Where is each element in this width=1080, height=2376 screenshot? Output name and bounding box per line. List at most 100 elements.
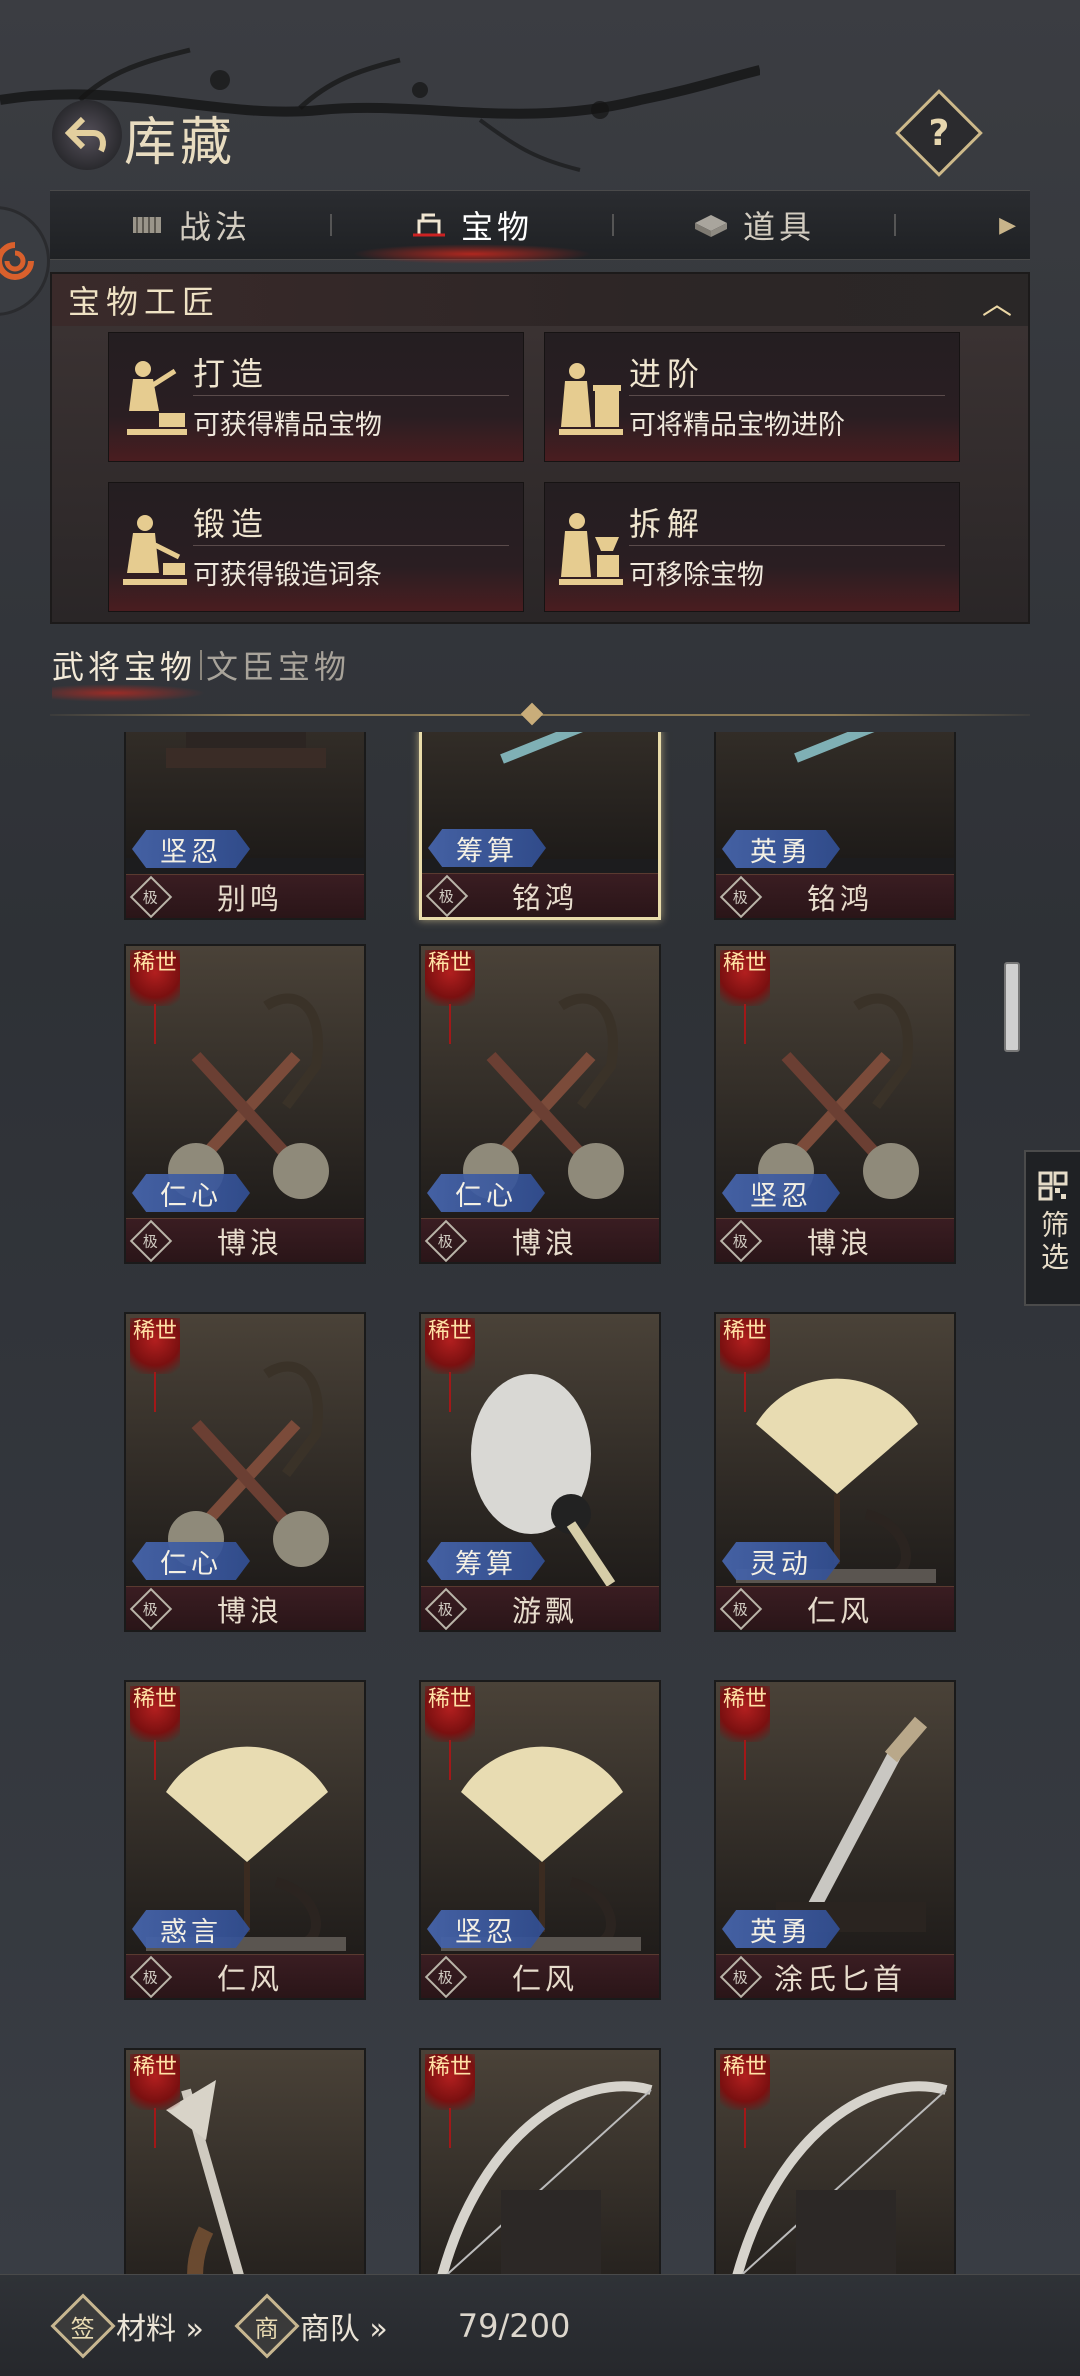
treasure-card[interactable]: 稀世 仁心极 博浪: [124, 944, 366, 1264]
materials-icon-glyph: 签: [71, 2314, 95, 2342]
trait-badge: 坚忍: [722, 1174, 840, 1212]
artisan-advance-desc: 可将精品宝物进阶: [629, 410, 845, 441]
treasure-name: 铭鸿: [511, 880, 578, 915]
treasure-card[interactable]: 稀世 坚忍极 仁风: [419, 1680, 661, 2000]
advance-icon: [559, 363, 623, 435]
treasure-card[interactable]: 稀世 英勇极 涂氏匕首: [714, 1680, 956, 2000]
grade-label: 极: [438, 1967, 454, 1986]
rare-badge: 稀世: [130, 1318, 180, 1374]
back-arrow-icon: [65, 116, 106, 153]
tab-scroll-right-icon[interactable]: ▶: [999, 213, 1016, 238]
trait-badge: 仁心: [132, 1542, 250, 1580]
card-name-bar: 极 铭鸿: [422, 873, 658, 917]
scrollbar-thumb[interactable]: [1004, 962, 1020, 1052]
card-name-bar: 极 仁风: [421, 1954, 659, 1998]
rare-badge: 稀世: [720, 2054, 770, 2110]
treasure-grid: 坚忍极别鸣 筹算极铭鸿 英勇极铭鸿 稀世 仁心极博浪 稀世 仁心极博浪 稀世 坚忍极博浪 稀世 仁心…: [0, 732, 1080, 2274]
treasure-card[interactable]: 筹算极 铭鸿: [419, 732, 661, 920]
treasure-card[interactable]: 稀世 坚忍极 博浪: [714, 944, 956, 1264]
rare-badge: 稀世: [720, 950, 770, 1006]
treasure-card[interactable]: 稀世 仁心极 博浪: [124, 1312, 366, 1632]
card-name-bar: 极 游飘: [421, 1586, 659, 1630]
tab-items[interactable]: 道具: [614, 190, 894, 260]
tassel-decoration: [449, 1740, 451, 1780]
side-menu-toggle[interactable]: [0, 206, 50, 316]
tassel-decoration: [744, 1740, 746, 1780]
materials-link[interactable]: 签 材料 »: [50, 2292, 204, 2359]
card-name-bar: 极 涂氏匕首: [716, 1954, 954, 1998]
tab-tactics[interactable]: 战法: [50, 190, 330, 260]
divider-line: [193, 545, 509, 546]
filter-button[interactable]: 筛选: [1024, 1150, 1080, 1306]
trait-badge: 坚忍: [132, 830, 250, 868]
trait-badge: 筹算: [427, 1542, 545, 1580]
subtab-minister-treasures[interactable]: 文臣宝物: [206, 642, 350, 688]
collapse-chevron-up-icon[interactable]: ︿: [976, 280, 1018, 322]
trait-badge: 惑言: [132, 1910, 250, 1948]
caravan-link[interactable]: 商 商队 »: [234, 2292, 388, 2359]
treasure-name: 涂氏匕首: [773, 1961, 906, 1996]
treasure-artisan-panel: 宝物工匠 ︿ 打造 可获得精品宝物 进阶 可将精品宝物进阶 锻造 可获得锻造词条…: [50, 272, 1030, 624]
tassel-decoration: [449, 2108, 451, 2148]
tassel-decoration: [744, 2108, 746, 2148]
question-icon: ?: [928, 112, 950, 154]
grade-label: 极: [733, 887, 749, 906]
artisan-advance-card[interactable]: 进阶 可将精品宝物进阶: [544, 332, 960, 462]
rare-badge: 稀世: [425, 2054, 475, 2110]
tassel-decoration: [744, 1372, 746, 1412]
treasure-subtabs: 武将宝物 文臣宝物: [52, 642, 350, 702]
tab-separator: [894, 214, 896, 236]
treasure-name: 博浪: [216, 1225, 283, 1260]
help-button[interactable]: ?: [895, 89, 983, 177]
forge-icon: [123, 515, 187, 585]
trait-badge: 仁心: [132, 1174, 250, 1212]
treasure-card[interactable]: 稀世: [714, 2048, 956, 2274]
box-icon: [694, 215, 727, 237]
tab-treasures[interactable]: 宝物: [332, 190, 612, 264]
treasure-card[interactable]: 坚忍极 别鸣: [124, 732, 366, 920]
grade-label: 极: [733, 1231, 749, 1250]
artisan-header: 宝物工匠: [52, 274, 1028, 326]
artisan-forge-name: 锻造: [193, 505, 270, 543]
tassel-decoration: [154, 1004, 156, 1044]
tab-items-label: 道具: [742, 208, 815, 246]
rare-badge: 稀世: [130, 1686, 180, 1742]
treasure-card[interactable]: 稀世 惑言极 仁风: [124, 1680, 366, 2000]
tab-treasures-label: 宝物: [460, 208, 533, 246]
trait-badge: 仁心: [427, 1174, 545, 1212]
grade-label: 极: [143, 1599, 159, 1618]
artisan-craft-card[interactable]: 打造 可获得精品宝物: [108, 332, 524, 462]
back-button[interactable]: [52, 100, 122, 170]
treasure-card[interactable]: 稀世: [124, 2048, 366, 2274]
treasure-card[interactable]: 英勇极 铭鸿: [714, 732, 956, 920]
trait-badge: 英勇: [722, 1910, 840, 1948]
trait-badge: 英勇: [722, 830, 840, 868]
subtab-general-treasures[interactable]: 武将宝物: [52, 642, 207, 702]
artisan-dismantle-card[interactable]: 拆解 可移除宝物: [544, 482, 960, 612]
treasure-name: 别鸣: [216, 881, 283, 916]
artisan-title: 宝物工匠: [68, 283, 221, 321]
rare-badge: 稀世: [425, 1318, 475, 1374]
treasure-card[interactable]: 稀世 仁心极 博浪: [419, 944, 661, 1264]
card-name-bar: 极 博浪: [421, 1218, 659, 1262]
divider-line: [193, 395, 509, 396]
tab-tactics-label: 战法: [178, 208, 251, 246]
artisan-forge-card[interactable]: 锻造 可获得锻造词条: [108, 482, 524, 612]
grade-label: 极: [439, 886, 455, 905]
inventory-count: 79/200: [457, 2306, 571, 2345]
materials-icon: 签: [50, 2292, 116, 2359]
caravan-label: 商队 »: [299, 2311, 388, 2347]
caravan-icon: 商: [234, 2292, 300, 2359]
treasure-card[interactable]: 稀世筹算极 游飘: [419, 1312, 661, 1632]
artisan-craft-desc: 可获得精品宝物: [193, 410, 382, 441]
rare-badge: 稀世: [130, 2054, 180, 2110]
treasure-card[interactable]: 稀世 灵动极 仁风: [714, 1312, 956, 1632]
materials-label: 材料 »: [116, 2311, 204, 2347]
tassel-decoration: [449, 1004, 451, 1044]
treasure-card[interactable]: 稀世: [419, 2048, 661, 2274]
card-name-bar: 极 博浪: [126, 1218, 364, 1262]
tassel-decoration: [154, 2108, 156, 2148]
card-name-bar: 极 别鸣: [126, 874, 364, 918]
artisan-craft-name: 打造: [193, 355, 270, 393]
grade-label: 极: [733, 1599, 749, 1618]
